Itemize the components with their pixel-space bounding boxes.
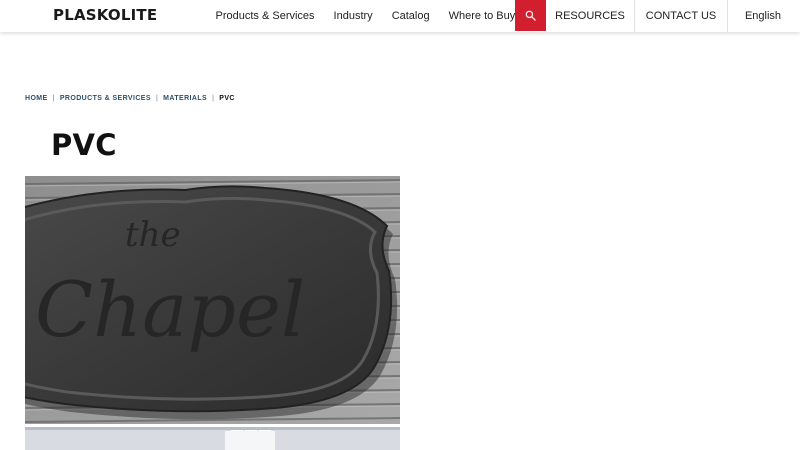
breadcrumb-separator: |	[52, 95, 55, 102]
nav-resources[interactable]: RESOURCES	[546, 0, 635, 32]
breadcrumb-current: PVC	[219, 95, 235, 102]
utility-nav: RESOURCES CONTACT US English	[546, 0, 798, 32]
plaskolite-logo[interactable]: PLASKOLITE	[53, 6, 157, 24]
secondary-image	[25, 427, 400, 450]
breadcrumb-separator: |	[212, 95, 215, 102]
main-nav: Products & Services Industry Catalog Whe…	[206, 0, 525, 32]
sign-text-the: the	[125, 215, 181, 255]
sign-text-chapel: Chapel	[35, 265, 305, 354]
breadcrumb-products-services[interactable]: PRODUCTS & SERVICES	[60, 95, 151, 102]
hero-image: the Chapel	[25, 176, 400, 424]
breadcrumb-home[interactable]: HOME	[25, 95, 48, 102]
breadcrumb-materials[interactable]: MATERIALS	[163, 95, 207, 102]
nav-where-to-buy[interactable]: Where to Buy	[439, 1, 525, 31]
nav-contact-us[interactable]: CONTACT US	[635, 0, 728, 32]
breadcrumb: HOME | PRODUCTS & SERVICES | MATERIALS |…	[25, 95, 235, 102]
page-title: PVC	[51, 128, 117, 162]
search-button[interactable]	[515, 0, 546, 31]
nav-products-services[interactable]: Products & Services	[206, 1, 324, 31]
nav-industry[interactable]: Industry	[324, 1, 382, 31]
search-icon	[525, 10, 536, 21]
breadcrumb-separator: |	[155, 95, 159, 102]
site-header: PLASKOLITE Products & Services Industry …	[0, 0, 800, 32]
nav-catalog[interactable]: Catalog	[382, 1, 439, 31]
language-selector[interactable]: English	[728, 0, 798, 32]
